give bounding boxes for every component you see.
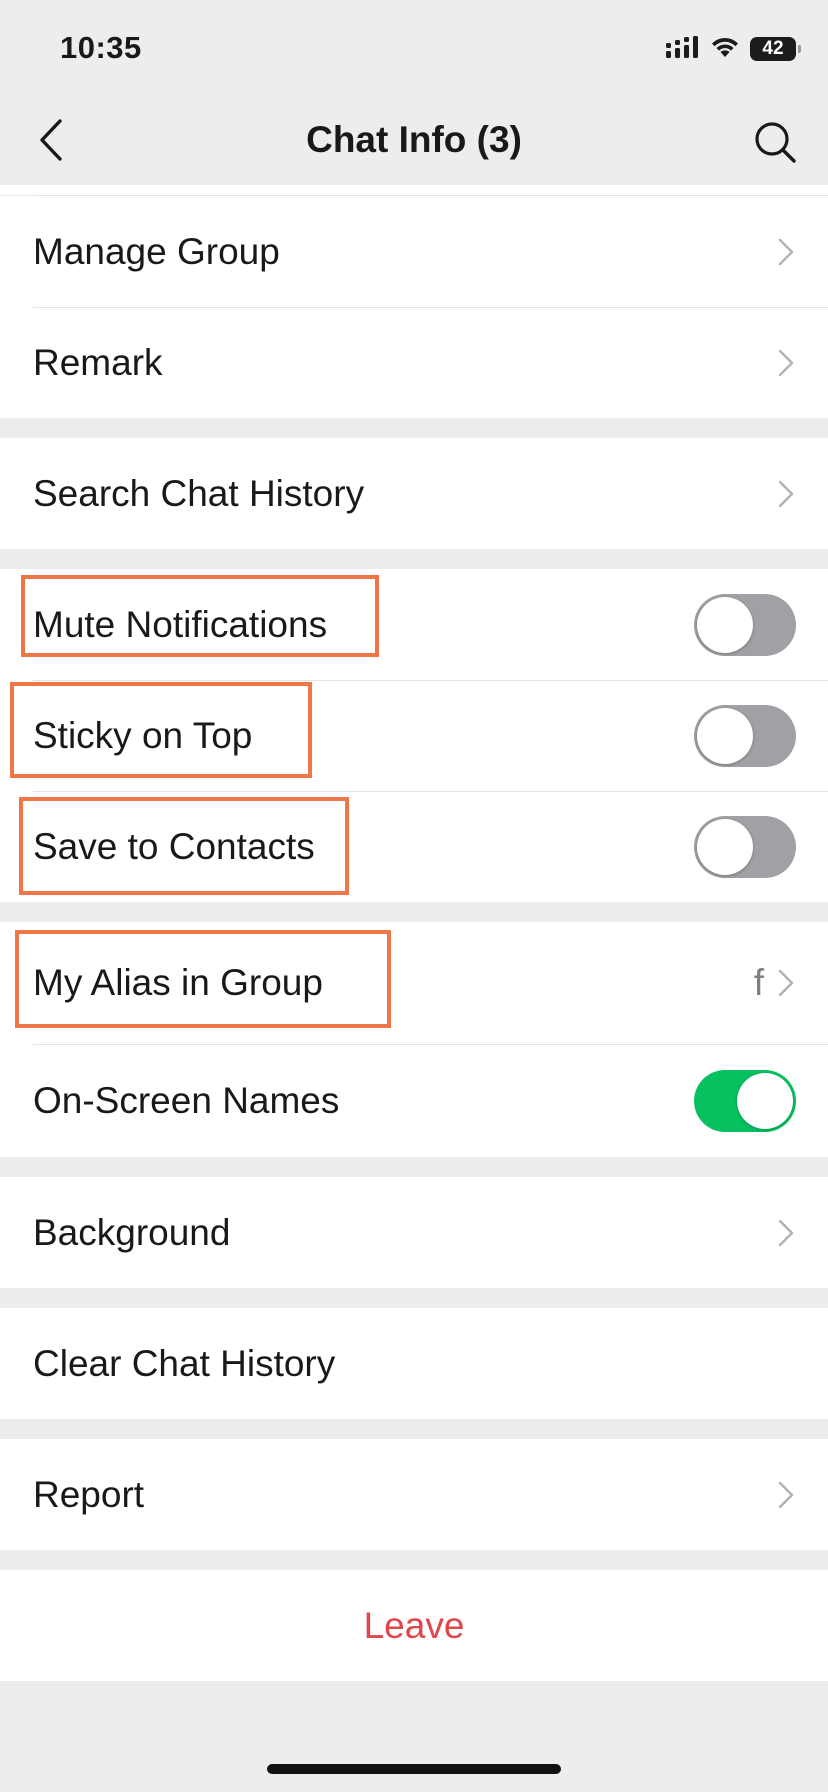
- chevron-right-icon: [776, 967, 796, 999]
- on-screen-names-toggle[interactable]: [694, 1069, 796, 1132]
- nav-bar: Chat Info (3): [0, 95, 828, 185]
- names-section: My Alias in Group f On-Screen Names: [0, 922, 828, 1157]
- section-gap: [0, 549, 828, 569]
- toggle-knob: [697, 818, 753, 875]
- my-alias-row[interactable]: My Alias in Group f: [0, 922, 828, 1044]
- section-gap: [0, 902, 828, 922]
- status-time: 10:35: [60, 30, 142, 65]
- battery-level: 42: [762, 38, 784, 59]
- section-gap: [0, 418, 828, 438]
- section-gap: [0, 1550, 828, 1570]
- report-section: Report: [0, 1439, 828, 1550]
- page-title: Chat Info (3): [306, 119, 522, 160]
- clear-chat-history-row[interactable]: Clear Chat History: [0, 1308, 828, 1419]
- search-icon: [755, 122, 796, 163]
- leave-button[interactable]: Leave: [0, 1570, 828, 1681]
- save-to-contacts-toggle[interactable]: [694, 815, 796, 878]
- on-screen-names-label: On-Screen Names: [33, 1079, 340, 1121]
- sticky-on-top-label: Sticky on Top: [33, 714, 253, 756]
- remark-label: Remark: [33, 341, 163, 383]
- sticky-on-top-row: Sticky on Top: [0, 680, 828, 791]
- save-to-contacts-label: Save to Contacts: [33, 825, 315, 867]
- toggle-knob: [697, 707, 753, 764]
- section-gap: [0, 1288, 828, 1308]
- search-chat-history-label: Search Chat History: [33, 472, 365, 514]
- chevron-right-icon: [776, 236, 796, 268]
- section-gap: [0, 1419, 828, 1439]
- manage-section: Manage Group Remark: [0, 196, 828, 418]
- clear-section: Clear Chat History: [0, 1308, 828, 1419]
- toggle-knob: [697, 596, 753, 653]
- sticky-on-top-toggle[interactable]: [694, 704, 796, 767]
- my-alias-label: My Alias in Group: [33, 962, 323, 1003]
- mute-notifications-toggle[interactable]: [694, 593, 796, 656]
- scrolled-row-edge: [0, 185, 828, 195]
- search-chat-history-row[interactable]: Search Chat History: [0, 438, 828, 549]
- mute-notifications-label: Mute Notifications: [33, 603, 328, 645]
- toggle-knob: [737, 1072, 793, 1129]
- report-row[interactable]: Report: [0, 1439, 828, 1550]
- settings-section: Mute Notifications Sticky on Top Save to…: [0, 569, 828, 902]
- report-label: Report: [33, 1473, 145, 1515]
- background-section: Background: [0, 1177, 828, 1288]
- search-section: Search Chat History: [0, 438, 828, 549]
- chevron-right-icon: [776, 478, 796, 510]
- battery-icon: 42: [750, 37, 801, 61]
- chat-info-list: Manage Group Remark Search Chat History …: [0, 185, 828, 1681]
- status-icons: 42: [666, 34, 801, 64]
- manage-group-row[interactable]: Manage Group: [0, 196, 828, 307]
- search-button[interactable]: [750, 117, 800, 167]
- clear-chat-history-label: Clear Chat History: [33, 1342, 336, 1384]
- chevron-right-icon: [776, 1479, 796, 1511]
- my-alias-value: f: [753, 962, 764, 1003]
- save-to-contacts-row: Save to Contacts: [0, 791, 828, 902]
- section-gap: [0, 1157, 828, 1177]
- status-bar: 10:35 42: [0, 0, 828, 95]
- manage-group-label: Manage Group: [33, 230, 280, 272]
- signal-icon: [666, 35, 700, 63]
- remark-row[interactable]: Remark: [0, 307, 828, 418]
- background-label: Background: [33, 1211, 231, 1253]
- chevron-right-icon: [776, 1217, 796, 1249]
- home-indicator: [267, 1764, 561, 1774]
- leave-label: Leave: [363, 1604, 465, 1646]
- background-row[interactable]: Background: [0, 1177, 828, 1288]
- chevron-right-icon: [776, 347, 796, 379]
- wifi-icon: [710, 36, 740, 63]
- mute-notifications-row: Mute Notifications: [0, 569, 828, 680]
- on-screen-names-row: On-Screen Names: [0, 1044, 828, 1157]
